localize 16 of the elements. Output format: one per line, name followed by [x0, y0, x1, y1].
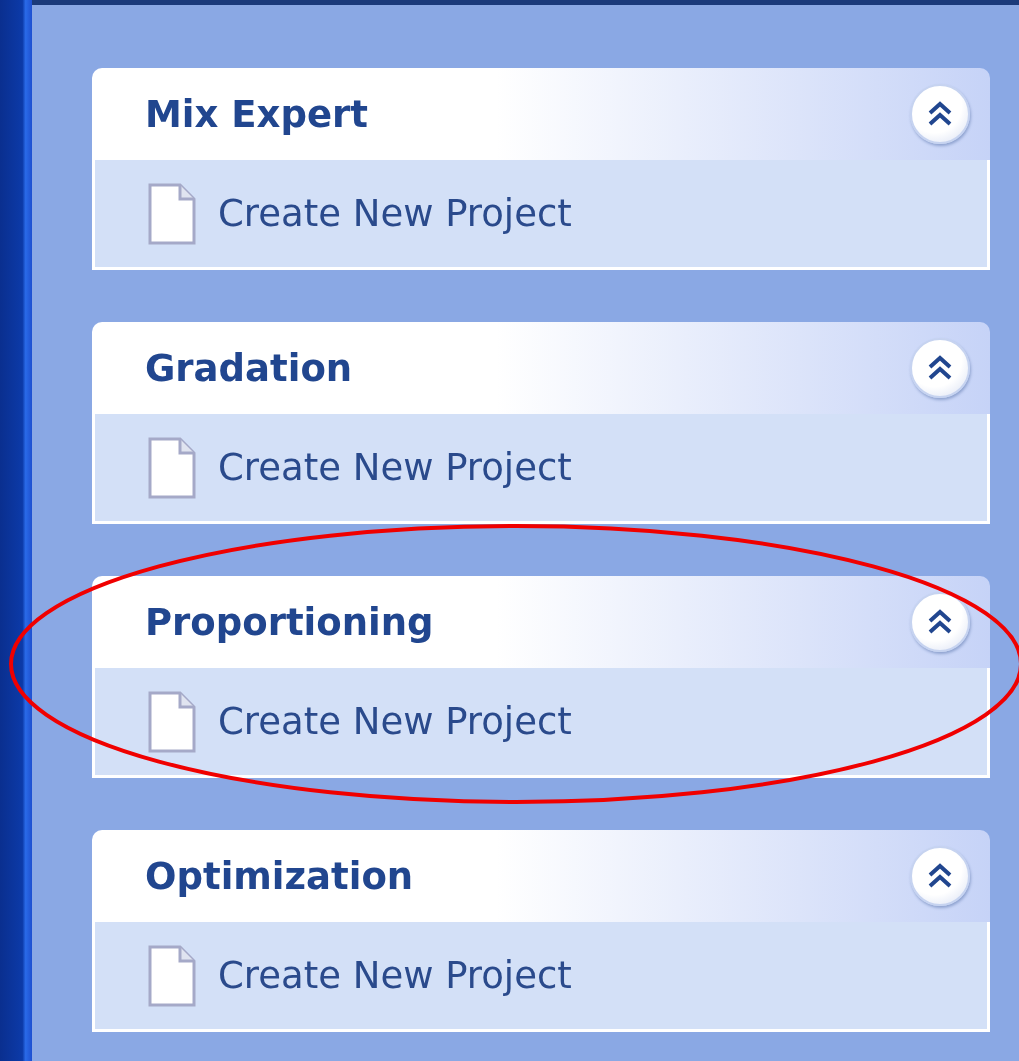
- collapse-button[interactable]: [910, 338, 970, 398]
- task-link[interactable]: Create New Project: [148, 436, 572, 499]
- task-link[interactable]: Create New Project: [148, 182, 572, 245]
- group-title: Optimization: [145, 854, 414, 898]
- task-link[interactable]: Create New Project: [148, 690, 572, 753]
- collapse-button[interactable]: [910, 592, 970, 652]
- task-link[interactable]: Create New Project: [148, 944, 572, 1007]
- document-icon: [148, 690, 196, 753]
- group-title: Proportioning: [145, 600, 434, 644]
- document-icon: [148, 182, 196, 245]
- group-title: Gradation: [145, 346, 353, 390]
- collapse-button[interactable]: [910, 846, 970, 906]
- group-title: Mix Expert: [145, 92, 368, 136]
- document-icon: [148, 944, 196, 1007]
- collapse-button[interactable]: [910, 84, 970, 144]
- document-icon: [148, 436, 196, 499]
